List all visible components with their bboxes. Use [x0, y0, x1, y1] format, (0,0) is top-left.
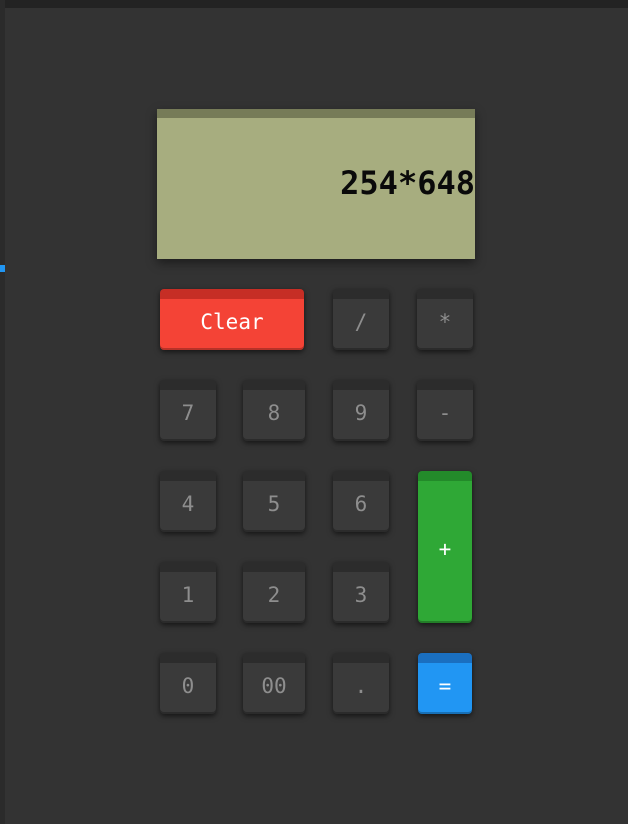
decimal-button-label: . [354, 673, 368, 698]
three-button-label: 3 [354, 582, 368, 607]
nine-button[interactable]: 9 [333, 380, 389, 441]
seven-button[interactable]: 7 [160, 380, 216, 441]
clear-button[interactable]: Clear [160, 289, 304, 350]
display-bezel [157, 109, 475, 118]
equals-button[interactable]: = [418, 653, 472, 714]
four-button[interactable]: 4 [160, 471, 216, 532]
multiply-button[interactable]: * [417, 289, 473, 350]
eight-button[interactable]: 8 [243, 380, 305, 441]
equals-button-label: = [438, 673, 452, 698]
display-value: 254*648 [340, 164, 475, 202]
minus-button-label: - [438, 400, 452, 425]
minus-button[interactable]: - [417, 380, 473, 441]
one-button-label: 1 [181, 582, 195, 607]
clear-button-label: Clear [200, 309, 264, 334]
one-button[interactable]: 1 [160, 562, 216, 623]
five-button-label: 5 [267, 491, 281, 516]
divide-button-label: / [354, 309, 368, 334]
plus-button[interactable]: + [418, 471, 472, 623]
window-left-edge [0, 0, 5, 824]
eight-button-label: 8 [267, 400, 281, 425]
divide-button[interactable]: / [333, 289, 389, 350]
five-button[interactable]: 5 [243, 471, 305, 532]
two-button[interactable]: 2 [243, 562, 305, 623]
nine-button-label: 9 [354, 400, 368, 425]
six-button-label: 6 [354, 491, 368, 516]
double-zero-button-label: 00 [261, 673, 287, 698]
zero-button-label: 0 [181, 673, 195, 698]
decimal-button[interactable]: . [333, 653, 389, 714]
three-button[interactable]: 3 [333, 562, 389, 623]
double-zero-button[interactable]: 00 [243, 653, 305, 714]
two-button-label: 2 [267, 582, 281, 607]
four-button-label: 4 [181, 491, 195, 516]
calculator-display: 254*648 [157, 109, 475, 259]
seven-button-label: 7 [181, 400, 195, 425]
edge-marker [0, 265, 5, 272]
six-button[interactable]: 6 [333, 471, 389, 532]
zero-button[interactable]: 0 [160, 653, 216, 714]
multiply-button-label: * [438, 309, 452, 334]
window-top-bar [0, 0, 628, 8]
plus-button-label: + [438, 537, 452, 561]
